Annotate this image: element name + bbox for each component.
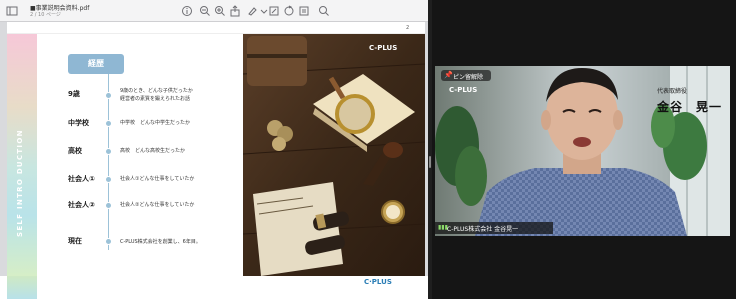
form-icon[interactable] bbox=[298, 5, 310, 17]
timeline-desc: 社会人①どんな仕事をしていたか bbox=[120, 176, 195, 182]
slide-brand-logo: C-PLUS bbox=[369, 44, 398, 52]
participant-name-bar: ▮▮▮ C-PLUS株式会社 金谷晃一 bbox=[435, 222, 553, 234]
markup-icon[interactable] bbox=[268, 5, 280, 17]
timeline-label: 中学校 bbox=[68, 119, 89, 127]
timeline-desc: 経営者の素質を鍛えられたお話 bbox=[120, 96, 191, 102]
pin-icon: 📌 bbox=[444, 71, 453, 79]
pdf-viewer: ■事業説明会資料.pdf 2 / 10 ページ 2 SELF INTRO DUC… bbox=[0, 0, 428, 299]
participant-name: C-PLUS株式会社 金谷晃一 bbox=[447, 226, 519, 233]
zoom-in-icon[interactable] bbox=[214, 5, 226, 17]
timeline-label: 9歳 bbox=[68, 90, 80, 98]
pdf-page: 2 SELF INTRO DUCTION 経歴 9歳 9歳のとき、どんな子供だっ… bbox=[7, 22, 425, 276]
unpin-label: ピン留解除 bbox=[453, 74, 484, 81]
split-drag-handle[interactable] bbox=[429, 156, 431, 168]
timeline-dot bbox=[105, 202, 112, 209]
zoom-out-icon[interactable] bbox=[199, 5, 211, 17]
search-icon[interactable] bbox=[318, 5, 330, 17]
side-vertical-title: SELF INTRO DUCTION bbox=[16, 129, 24, 237]
screen: ■事業説明会資料.pdf 2 / 10 ページ 2 SELF INTRO DUC… bbox=[0, 0, 736, 299]
timeline-desc: 社会人②どんな仕事をしていたか bbox=[120, 202, 195, 208]
timeline-label: 社会人② bbox=[68, 201, 95, 209]
rotate-icon[interactable] bbox=[283, 5, 295, 17]
highlight-icon[interactable] bbox=[246, 5, 258, 17]
split-divider[interactable] bbox=[428, 0, 432, 299]
timeline-desc: 9歳のとき、どんな子供だったか bbox=[120, 88, 193, 94]
timeline-desc: C-PLUS株式会社を創業し、6年目。 bbox=[120, 239, 201, 245]
timeline-dot bbox=[105, 176, 112, 183]
pdf-toolbar: ■事業説明会資料.pdf 2 / 10 ページ bbox=[0, 0, 428, 22]
history-title: 経歴 bbox=[88, 59, 104, 68]
timeline-label: 高校 bbox=[68, 147, 82, 155]
antique-desk-photo: C-PLUS bbox=[243, 34, 425, 276]
timeline-dot bbox=[105, 92, 112, 99]
speaker-title: 代表取締役 bbox=[657, 88, 688, 95]
timeline-desc: 中学校 どんな中学生だったか bbox=[120, 120, 191, 126]
info-icon[interactable] bbox=[181, 5, 193, 17]
background-brand-logo: C-PLUS bbox=[449, 86, 478, 94]
pdf-page-count: 2 / 10 ページ bbox=[30, 12, 61, 18]
timeline-dot bbox=[105, 238, 112, 245]
sidebar-icon[interactable] bbox=[6, 5, 18, 17]
page-header-strip bbox=[7, 22, 425, 34]
footer-brand-logo: C·PLUS bbox=[364, 278, 392, 286]
participant-video-tile[interactable]: 📌 ピン留解除 C-PLUS 代表取締役 金谷 晃一 ▮▮▮ C-PLUS株式会… bbox=[435, 66, 730, 236]
timeline-dot bbox=[105, 120, 112, 127]
timeline-desc: 高校 どんな高校生だったか bbox=[120, 148, 186, 154]
timeline-dot bbox=[105, 148, 112, 155]
share-icon[interactable] bbox=[229, 5, 241, 17]
history-title-pill: 経歴 bbox=[68, 54, 124, 74]
timeline-label: 現在 bbox=[68, 237, 82, 245]
timeline-label: 社会人① bbox=[68, 175, 95, 183]
timeline-line bbox=[108, 74, 109, 250]
page-number: 2 bbox=[406, 25, 410, 31]
speaker-name-caption: 金谷 晃一 bbox=[657, 100, 723, 114]
footer-gradient-band bbox=[7, 276, 37, 299]
unpin-button[interactable]: 📌 ピン留解除 bbox=[441, 70, 491, 81]
